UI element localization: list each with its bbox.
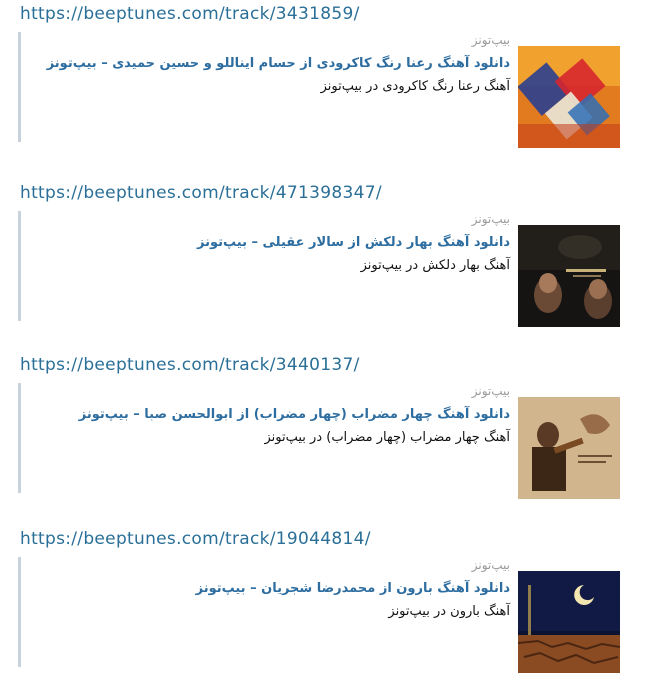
preview-accent-bar xyxy=(18,383,21,493)
album-cover-thumbnail[interactable] xyxy=(518,397,620,499)
album-cover-thumbnail[interactable] xyxy=(518,225,620,327)
site-name: بیپ‌تونز xyxy=(471,558,510,572)
preview-accent-bar xyxy=(18,32,21,142)
preview-title[interactable]: دانلود آهنگ بهار دلکش از سالار عقیلی – ب… xyxy=(40,231,510,254)
site-name: بیپ‌تونز xyxy=(471,33,510,47)
track-url-link[interactable]: https://beeptunes.com/track/3431859/ xyxy=(20,4,360,24)
track-url-link[interactable]: https://beeptunes.com/track/3440137/ xyxy=(20,355,360,375)
album-cover-thumbnail[interactable] xyxy=(518,46,620,148)
preview-accent-bar xyxy=(18,557,21,667)
link-preview-card[interactable]: بیپ‌تونز دانلود آهنگ چهار مضراب (چهار مض… xyxy=(18,383,628,499)
preview-accent-bar xyxy=(18,211,21,321)
preview-title[interactable]: دانلود آهنگ بارون از محمدرضا شجریان – بی… xyxy=(40,577,510,600)
preview-title[interactable]: دانلود آهنگ چهار مضراب (چهار مضراب) از ا… xyxy=(40,403,510,426)
link-preview-card[interactable]: بیپ‌تونز دانلود آهنگ بارون از محمدرضا شج… xyxy=(18,557,628,673)
link-preview-card[interactable]: بیپ‌تونز دانلود آهنگ بهار دلکش از سالار … xyxy=(18,211,628,327)
preview-description: آهنگ بارون در بیپ‌تونز xyxy=(388,604,510,619)
preview-description: آهنگ رعنا رنگ کاکرودی در بیپ‌تونز xyxy=(320,79,510,94)
site-name: بیپ‌تونز xyxy=(471,212,510,226)
preview-description: آهنگ چهار مضراب (چهار مضراب) در بیپ‌تونز xyxy=(264,430,510,445)
album-cover-thumbnail[interactable] xyxy=(518,571,620,673)
link-preview-card[interactable]: بیپ‌تونز دانلود آهنگ رعنا رنگ کاکرودی از… xyxy=(18,32,628,148)
track-url-link[interactable]: https://beeptunes.com/track/19044814/ xyxy=(20,529,371,549)
site-name: بیپ‌تونز xyxy=(471,384,510,398)
track-url-link[interactable]: https://beeptunes.com/track/471398347/ xyxy=(20,183,382,203)
preview-title[interactable]: دانلود آهنگ رعنا رنگ کاکرودی از حسام این… xyxy=(40,52,510,75)
preview-description: آهنگ بهار دلکش در بیپ‌تونز xyxy=(360,258,510,273)
